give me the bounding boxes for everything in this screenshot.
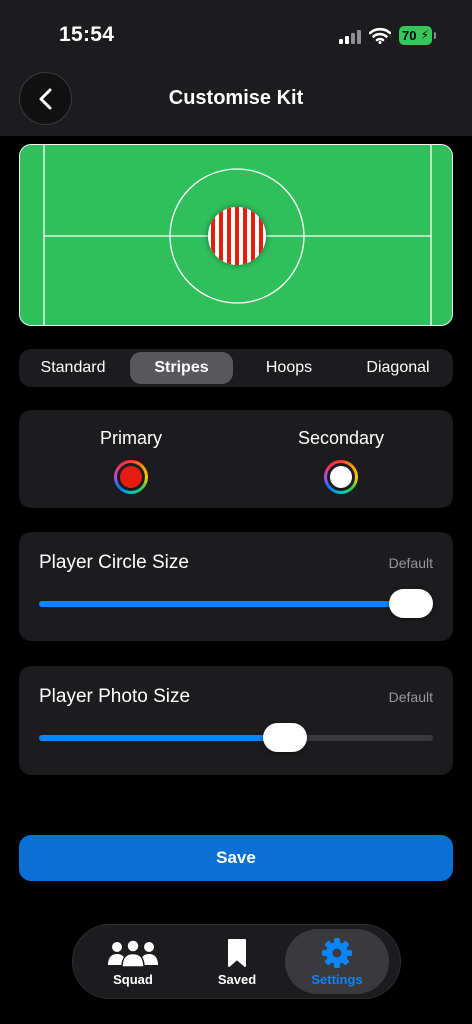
save-button[interactable]: Save bbox=[19, 835, 453, 881]
bookmark-icon bbox=[228, 939, 246, 967]
player-photo-size-card: Player Photo Size Default bbox=[19, 666, 453, 775]
slider-fill bbox=[39, 601, 411, 607]
gear-icon bbox=[322, 938, 352, 968]
kit-style-selector: Standard Stripes Hoops Diagonal bbox=[19, 349, 453, 387]
kit-style-stripes[interactable]: Stripes bbox=[130, 352, 233, 384]
primary-color-swatch[interactable] bbox=[114, 460, 148, 494]
kit-colors-card: Primary Secondary bbox=[19, 410, 453, 508]
secondary-color-picker[interactable]: Secondary bbox=[251, 428, 431, 494]
player-kit-icon bbox=[208, 207, 266, 265]
pitch-markings bbox=[43, 145, 432, 325]
player-photo-size-title: Player Photo Size bbox=[39, 686, 191, 707]
player-photo-size-thumb[interactable] bbox=[263, 723, 307, 752]
kit-style-hoops[interactable]: Hoops bbox=[239, 352, 339, 384]
player-circle-size-title: Player Circle Size bbox=[39, 552, 189, 573]
player-photo-size-default[interactable]: Default bbox=[389, 689, 433, 705]
tab-squad[interactable]: Squad bbox=[81, 929, 185, 994]
player-photo-size-slider[interactable] bbox=[39, 735, 433, 741]
tab-settings-label: Settings bbox=[311, 972, 363, 987]
status-bar: 15:54 70 ⚡ bbox=[0, 0, 472, 70]
tab-saved[interactable]: Saved bbox=[185, 929, 289, 994]
secondary-color-label: Secondary bbox=[297, 428, 385, 448]
player-circle-size-default[interactable]: Default bbox=[389, 555, 433, 571]
kit-style-diagonal[interactable]: Diagonal bbox=[347, 352, 449, 384]
battery-level: 70 bbox=[402, 28, 417, 43]
player-circle-size-slider[interactable] bbox=[39, 601, 433, 607]
tab-squad-label: Squad bbox=[113, 972, 153, 987]
nav-header: Customise Kit bbox=[0, 70, 472, 136]
tab-saved-label: Saved bbox=[217, 972, 257, 987]
primary-color-label: Primary bbox=[100, 428, 162, 448]
player-circle-size-card: Player Circle Size Default bbox=[19, 532, 453, 641]
bottom-tab-bar: Squad Saved Settings bbox=[72, 924, 401, 999]
player-circle-size-thumb[interactable] bbox=[389, 589, 433, 618]
primary-color-picker[interactable]: Primary bbox=[41, 428, 221, 494]
kit-preview-pitch bbox=[19, 144, 453, 326]
status-time: 15:54 bbox=[59, 23, 115, 46]
slider-fill bbox=[39, 735, 285, 741]
tab-settings[interactable]: Settings bbox=[285, 929, 389, 994]
kit-style-standard[interactable]: Standard bbox=[24, 352, 122, 384]
wifi-icon bbox=[369, 27, 391, 44]
signal-icon bbox=[339, 29, 363, 44]
secondary-color-swatch[interactable] bbox=[324, 460, 358, 494]
battery-indicator: 70 ⚡ bbox=[399, 26, 436, 45]
page-title: Customise Kit bbox=[168, 87, 304, 109]
people-icon bbox=[108, 939, 158, 967]
charging-icon: ⚡ bbox=[420, 28, 429, 42]
